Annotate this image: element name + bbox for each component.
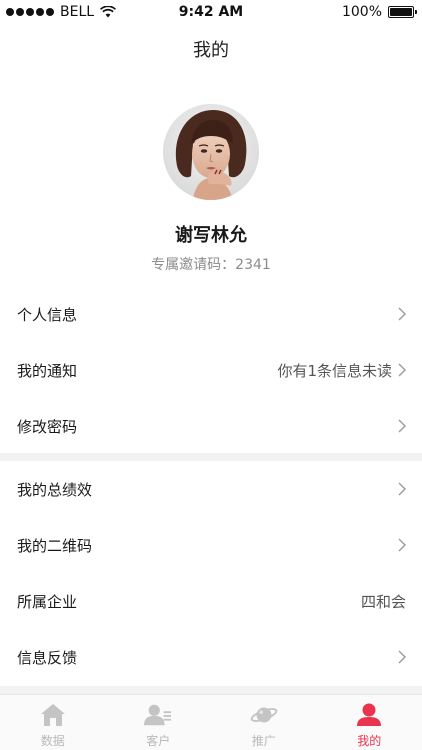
menu-item-qr-code[interactable]: 我的二维码 — [0, 517, 422, 573]
avatar-photo — [163, 104, 259, 200]
menu-item-company: 所属企业 四和会 — [0, 573, 422, 629]
menu-item-label: 信息反馈 — [17, 648, 78, 667]
tab-mine[interactable]: 我的 — [317, 695, 422, 750]
chevron-right-icon — [398, 650, 406, 664]
menu-item-feedback[interactable]: 信息反馈 — [0, 629, 422, 685]
page-title: 我的 — [193, 40, 229, 61]
menu-item-notifications[interactable]: 我的通知 你有1条信息未读 — [0, 342, 422, 398]
menu-item-label: 所属企业 — [17, 592, 78, 611]
chevron-right-icon — [398, 538, 406, 552]
menu-item-change-password[interactable]: 修改密码 — [0, 398, 422, 454]
menu-item-total-performance[interactable]: 我的总绩效 — [0, 461, 422, 517]
section-divider — [0, 453, 422, 461]
section-divider — [0, 686, 422, 694]
home-icon — [39, 702, 67, 728]
planet-icon — [250, 702, 278, 728]
profile-icon — [355, 702, 383, 728]
menu-item-label: 我的二维码 — [17, 536, 93, 555]
menu-item-label: 我的通知 — [17, 361, 78, 380]
tab-bar: 数据 客户 推广 我的 — [0, 694, 422, 750]
chevron-right-icon — [398, 419, 406, 433]
company-name: 四和会 — [360, 592, 406, 611]
status-right: 100% — [341, 4, 417, 20]
tab-promotion[interactable]: 推广 — [211, 695, 317, 750]
chevron-right-icon — [398, 307, 406, 321]
user-name: 谢写林允 — [175, 225, 247, 246]
tab-data[interactable]: 数据 — [0, 695, 106, 750]
menu-item-personal-info[interactable]: 个人信息 — [0, 286, 422, 342]
battery-icon — [388, 6, 417, 18]
tab-label: 我的 — [357, 734, 382, 748]
tab-label: 数据 — [40, 734, 65, 748]
chevron-right-icon — [398, 482, 406, 496]
invite-code: 专属邀请码：2341 — [151, 257, 271, 273]
chevron-right-icon — [398, 363, 406, 377]
avatar[interactable] — [163, 104, 259, 200]
tab-label: 客户 — [146, 734, 171, 748]
tab-customers[interactable]: 客户 — [106, 695, 212, 750]
unread-notice-text: 你有1条信息未读 — [277, 361, 392, 380]
menu-item-label: 我的总绩效 — [17, 480, 93, 499]
tab-label: 推广 — [251, 734, 276, 748]
battery-percent: 100% — [341, 4, 382, 20]
menu-group-account: 个人信息 我的通知 你有1条信息未读 修改密码 — [0, 286, 422, 454]
menu-item-label: 修改密码 — [17, 417, 78, 436]
customer-icon — [144, 702, 172, 728]
menu-item-label: 个人信息 — [17, 305, 78, 324]
menu-group-work: 我的总绩效 我的二维码 所属企业 四和会 信息反馈 — [0, 461, 422, 685]
battery-fill — [390, 8, 412, 16]
status-bar: BELL 9:42 AM 100% — [0, 0, 422, 24]
